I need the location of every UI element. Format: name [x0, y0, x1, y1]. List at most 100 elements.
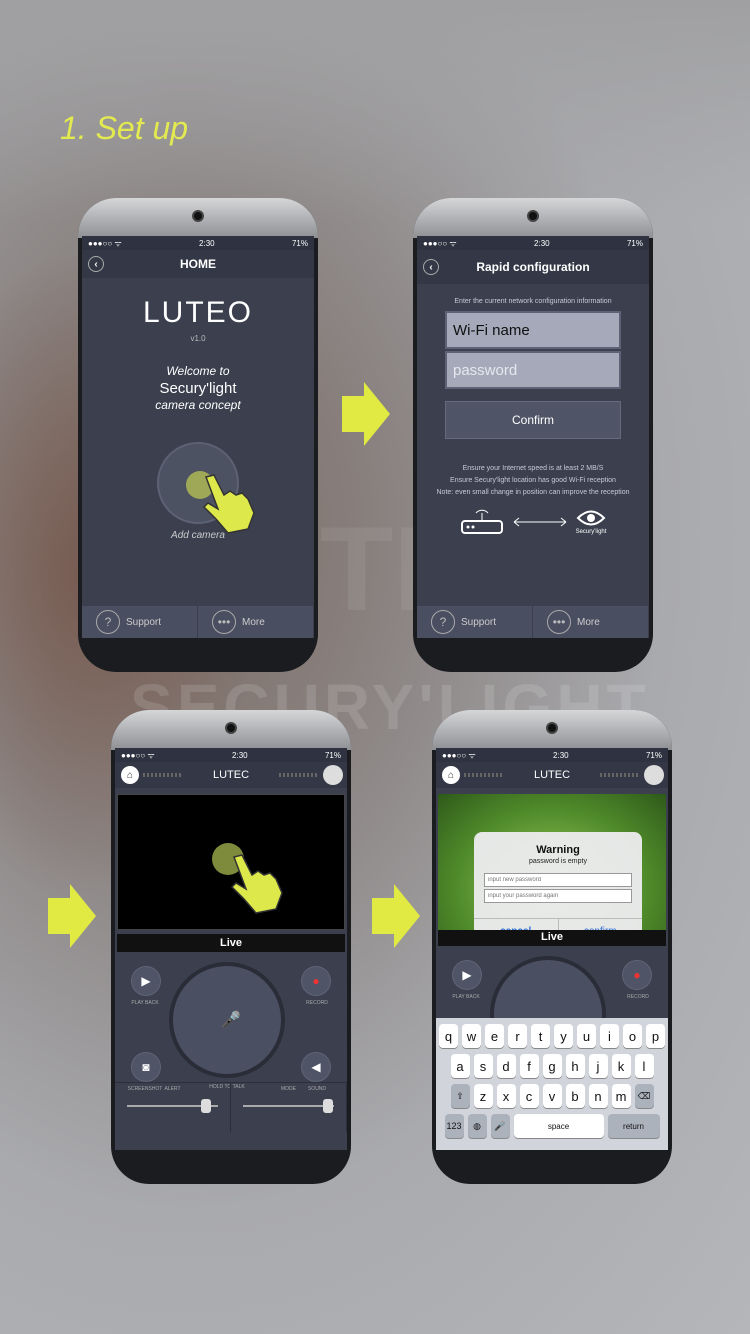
keyboard-row-3: ⇧ z x c v b n m ⌫	[436, 1084, 668, 1108]
record-dot-icon: ●	[312, 974, 320, 988]
key-f[interactable]: f	[519, 1054, 539, 1078]
front-camera	[225, 722, 237, 734]
key-g[interactable]: g	[542, 1054, 562, 1078]
settings-toggle[interactable]	[644, 765, 664, 785]
key-m[interactable]: m	[611, 1084, 631, 1108]
page-heading: 1. Set up	[60, 110, 189, 146]
globe-key[interactable]: ◍	[467, 1114, 487, 1138]
confirm-button[interactable]: confirm	[559, 919, 643, 930]
record-button[interactable]: ●	[622, 960, 652, 990]
key-l[interactable]: l	[634, 1054, 654, 1078]
phone-top	[78, 198, 318, 238]
slider-knob[interactable]	[323, 1099, 333, 1113]
key-u[interactable]: u	[577, 1024, 596, 1048]
home-navbar: ‹ HOME	[82, 250, 314, 278]
key-b[interactable]: b	[565, 1084, 585, 1108]
playback-label: PLAY BACK	[452, 994, 480, 1000]
front-camera	[192, 210, 204, 222]
key-y[interactable]: y	[554, 1024, 573, 1048]
phone-top	[111, 710, 351, 750]
camera-feed-image: Warning password is empty cancel confirm	[438, 794, 666, 930]
alert-slider[interactable]: ALERT	[115, 1083, 231, 1132]
backspace-icon: ⌫	[637, 1090, 651, 1101]
backspace-key[interactable]: ⌫	[634, 1084, 654, 1108]
key-w[interactable]: w	[462, 1024, 481, 1048]
battery-level: 71%	[645, 750, 662, 760]
live-screen: ●●●○○ ᯤ 2:30 71% ⌂ LUTEC Live 🎤 ▶ PLAY B…	[115, 748, 347, 1150]
tap-hand-icon	[230, 854, 283, 914]
settings-toggle[interactable]	[323, 765, 343, 785]
record-label: RECORD	[627, 994, 649, 1000]
numbers-key[interactable]: 123	[444, 1114, 464, 1138]
key-v[interactable]: v	[542, 1084, 562, 1108]
key-c[interactable]: c	[519, 1084, 539, 1108]
record-button[interactable]: ●	[301, 966, 331, 996]
status-time: 2:30	[199, 238, 215, 248]
wifi-name-field[interactable]: Wi-Fi name	[445, 311, 621, 349]
key-a[interactable]: a	[450, 1054, 470, 1078]
key-e[interactable]: e	[485, 1024, 504, 1048]
shift-icon: ⇧	[456, 1090, 464, 1101]
phone-top	[432, 710, 672, 750]
more-dots-icon: •••	[547, 610, 571, 634]
space-key[interactable]: space	[513, 1114, 604, 1138]
home-icon[interactable]: ⌂	[121, 766, 139, 784]
key-h[interactable]: h	[565, 1054, 585, 1078]
device-label: Secury'light	[575, 529, 607, 535]
key-z[interactable]: z	[473, 1084, 493, 1108]
key-r[interactable]: r	[508, 1024, 527, 1048]
return-key[interactable]: return	[607, 1114, 660, 1138]
keyboard-row-1: q w e r t y u i o p	[436, 1024, 668, 1048]
screenshot-button[interactable]: ◙	[131, 1052, 161, 1082]
note-line: Ensure Secury'light location has good Wi…	[450, 477, 616, 484]
key-d[interactable]: d	[496, 1054, 516, 1078]
confirm-password-input[interactable]	[484, 889, 632, 903]
signal-icon: ●●●○○ ᯤ	[423, 238, 457, 248]
key-j[interactable]: j	[588, 1054, 608, 1078]
playback-button[interactable]: ▶	[452, 960, 482, 990]
config-notes: Ensure your Internet speed is at least 2…	[417, 463, 649, 499]
key-o[interactable]: o	[623, 1024, 642, 1048]
video-view[interactable]	[117, 794, 345, 930]
tab-more[interactable]: ••• More	[533, 606, 649, 638]
dialog-buttons: cancel confirm	[474, 918, 642, 930]
shift-key[interactable]: ⇧	[450, 1084, 470, 1108]
key-s[interactable]: s	[473, 1054, 493, 1078]
tab-support[interactable]: ? Support	[82, 606, 198, 638]
mode-label: MODE	[281, 1086, 296, 1092]
tab-support[interactable]: ? Support	[417, 606, 533, 638]
keyboard-row-4: 123 ◍ 🎤 space return	[436, 1114, 668, 1138]
status-bar: ●●●○○ ᯤ 2:30 71%	[436, 748, 668, 762]
back-button[interactable]: ‹	[423, 259, 439, 275]
key-x[interactable]: x	[496, 1084, 516, 1108]
cancel-button[interactable]: cancel	[474, 919, 559, 930]
camera-dots	[600, 773, 640, 777]
key-i[interactable]: i	[600, 1024, 619, 1048]
config-hint: Enter the current network configuration …	[454, 298, 612, 305]
mode-slider[interactable]: MODE	[231, 1083, 347, 1132]
talk-joystick[interactable]: 🎤	[169, 962, 285, 1078]
dictation-key[interactable]: 🎤	[490, 1114, 510, 1138]
key-k[interactable]: k	[611, 1054, 631, 1078]
confirm-button[interactable]: Confirm	[445, 401, 621, 439]
app-title: LUTEC	[533, 769, 571, 781]
key-p[interactable]: p	[646, 1024, 665, 1048]
playback-label: PLAY BACK	[131, 1000, 159, 1006]
tab-more[interactable]: ••• More	[198, 606, 314, 638]
sound-button[interactable]: ◀	[301, 1052, 331, 1082]
slider-knob[interactable]	[201, 1099, 211, 1113]
key-t[interactable]: t	[531, 1024, 550, 1048]
live-navbar: ⌂ LUTEC	[436, 762, 668, 788]
new-password-input[interactable]	[484, 873, 632, 887]
slider-track	[243, 1105, 334, 1107]
microphone-icon: 🎤	[221, 1012, 241, 1029]
back-button[interactable]: ‹	[88, 256, 104, 272]
playback-button[interactable]: ▶	[131, 966, 161, 996]
key-q[interactable]: q	[439, 1024, 458, 1048]
home-icon[interactable]: ⌂	[442, 766, 460, 784]
more-dots-icon: •••	[212, 610, 236, 634]
product-name: Secury'light	[159, 380, 237, 397]
password-field[interactable]: password	[445, 351, 621, 389]
key-n[interactable]: n	[588, 1084, 608, 1108]
page-title: Rapid configuration	[476, 260, 590, 274]
